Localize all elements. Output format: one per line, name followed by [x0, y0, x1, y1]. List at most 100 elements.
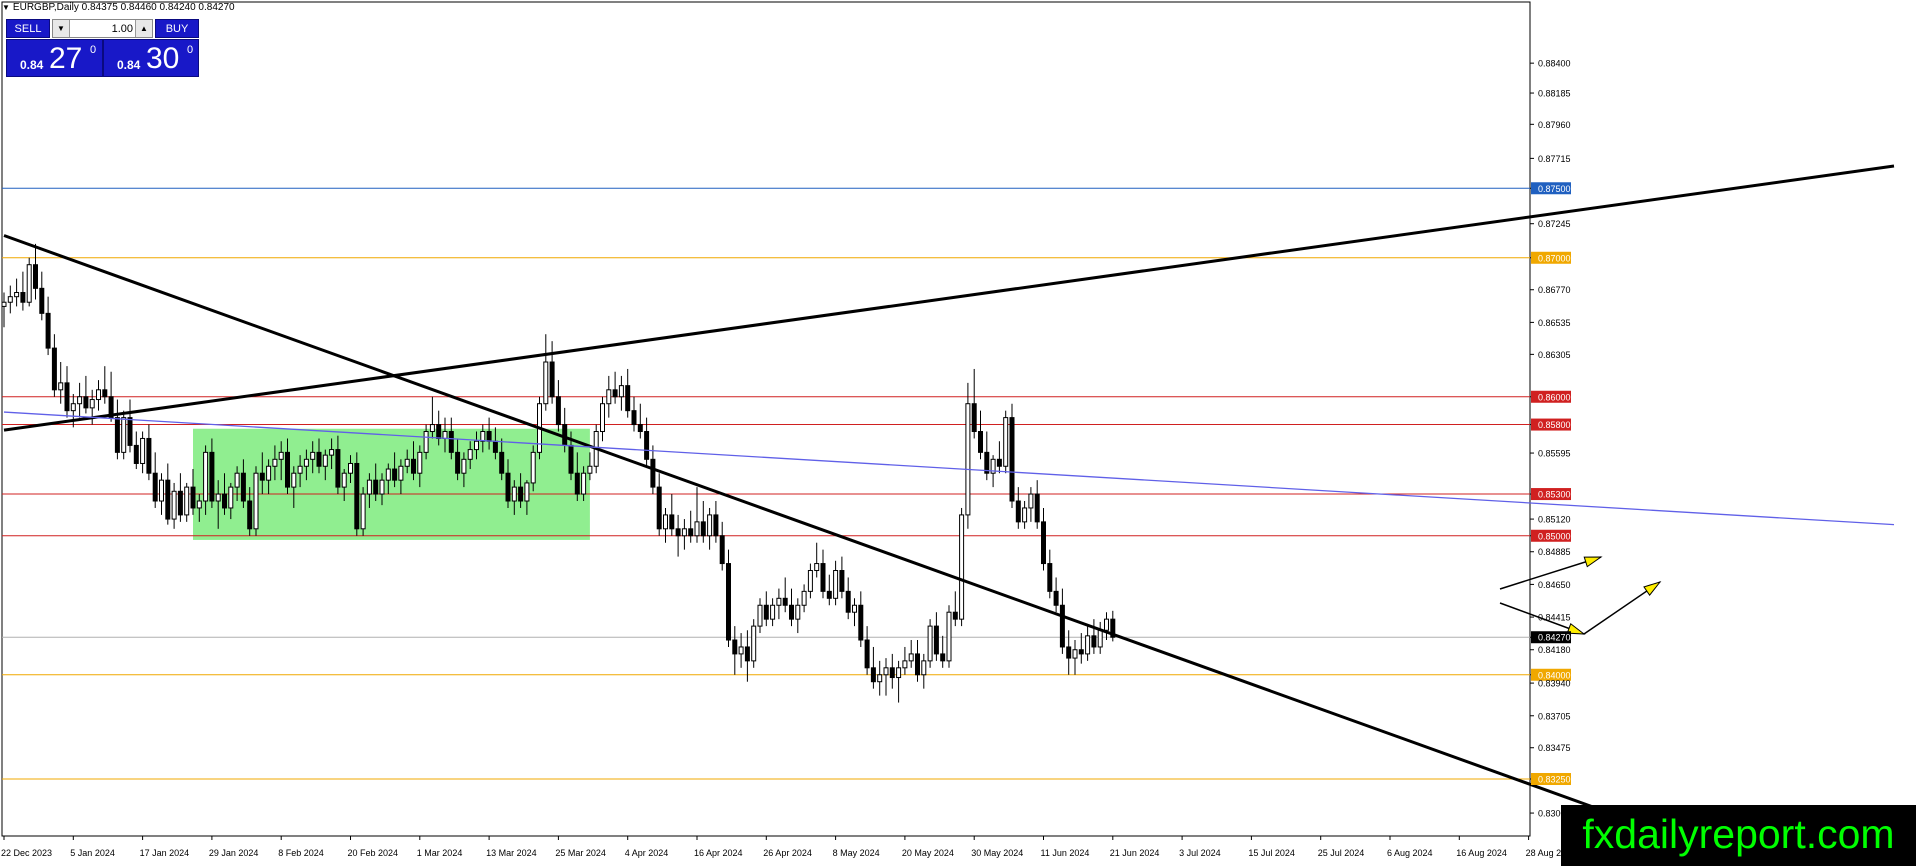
- chart-window[interactable]: 0.88400 0.88185 0.87960 0.87715 0.87500 0.872…: [0, 0, 1916, 866]
- bearish-candle-body: [455, 451, 461, 474]
- x-axis-label: 4 Apr 2024: [625, 848, 669, 858]
- bearish-candle-body: [392, 468, 398, 481]
- sell-button[interactable]: SELL: [6, 19, 50, 38]
- lot-decrease-icon[interactable]: ▼: [53, 20, 70, 37]
- candle: [864, 626, 870, 675]
- bearish-candle-body: [1066, 646, 1072, 659]
- x-axis-label: 5 Jan 2024: [70, 848, 115, 858]
- candle: [165, 463, 171, 525]
- bullish-candle-body: [461, 458, 467, 474]
- candle: [1009, 403, 1015, 508]
- candle: [795, 598, 801, 634]
- y-axis-label: 0.88400: [1538, 59, 1571, 69]
- y-axis-label: 0.85595: [1538, 449, 1571, 459]
- bullish-candle-body: [511, 486, 517, 502]
- bullish-candle-body: [770, 604, 776, 620]
- y-axis-label: 0.86000: [1538, 392, 1571, 402]
- candle: [51, 334, 57, 397]
- candle: [549, 341, 555, 404]
- candle: [354, 452, 360, 536]
- y-axis-label: 0.84180: [1538, 645, 1571, 655]
- buy-button[interactable]: BUY: [155, 19, 199, 38]
- candle: [114, 399, 120, 460]
- candle: [713, 501, 719, 543]
- bullish-candle-body: [618, 385, 624, 398]
- candle: [1059, 588, 1065, 654]
- bearish-candle-body: [688, 528, 694, 537]
- bearish-candle-body: [492, 440, 498, 453]
- candle: [606, 375, 612, 418]
- bullish-candle-body: [751, 625, 757, 662]
- bullish-candle-body: [587, 465, 593, 474]
- plot-frame: [1, 1, 1531, 837]
- lot-increase-icon[interactable]: ▲: [135, 20, 152, 37]
- candle: [940, 635, 946, 668]
- candle: [64, 366, 70, 418]
- bearish-candle-body: [114, 417, 120, 453]
- candle: [870, 646, 876, 689]
- bullish-candle-body: [203, 451, 209, 502]
- bearish-candle-body: [247, 500, 253, 530]
- bearish-candle-body: [650, 458, 656, 488]
- candle: [7, 285, 13, 314]
- bearish-candle-body: [285, 451, 290, 488]
- bearish-candle-body: [555, 396, 561, 426]
- bearish-candle-body: [631, 410, 637, 426]
- candle: [70, 393, 76, 428]
- candle: [688, 510, 694, 543]
- x-axis-label: 1 Mar 2024: [417, 848, 463, 858]
- candle: [631, 396, 637, 432]
- candle: [600, 396, 605, 442]
- candle: [1104, 612, 1109, 641]
- candle: [763, 591, 769, 627]
- candle: [1015, 487, 1021, 529]
- bearish-candle-body: [700, 521, 706, 537]
- triangle-down-icon: ▼: [2, 3, 10, 12]
- bearish-candle-body: [486, 431, 492, 442]
- bullish-candle-body: [322, 454, 328, 467]
- bearish-candle-body: [574, 472, 580, 495]
- buy-price-prefix: 0.84: [117, 58, 141, 72]
- candle: [996, 441, 1002, 474]
- bullish-candle-body: [581, 472, 587, 495]
- candle: [1072, 640, 1078, 675]
- candle: [1022, 501, 1028, 529]
- candle: [858, 591, 864, 647]
- bullish-candle-body: [303, 458, 309, 467]
- x-axis-label: 16 Aug 2024: [1456, 848, 1507, 858]
- candle: [902, 646, 908, 675]
- bearish-candle-body: [259, 472, 265, 481]
- candle: [965, 382, 971, 529]
- bullish-candle-body: [429, 424, 435, 433]
- candle: [58, 362, 64, 404]
- y-axis-label: 0.84415: [1538, 613, 1571, 623]
- bearish-candle-body: [222, 493, 227, 509]
- candle: [807, 563, 813, 599]
- bearish-candle-body: [637, 424, 643, 433]
- bearish-candle-body: [713, 514, 719, 537]
- x-axis-label: 30 May 2024: [971, 848, 1023, 858]
- x-axis-label: 15 Jul 2024: [1248, 848, 1295, 858]
- y-axis-label: 0.85300: [1538, 490, 1571, 500]
- candle: [732, 626, 738, 675]
- bullish-candle-body: [776, 597, 782, 606]
- bullish-candle-body: [833, 570, 839, 599]
- x-axis-label: 25 Mar 2024: [555, 848, 606, 858]
- bullish-candle-body: [959, 514, 965, 620]
- candle: [908, 640, 914, 668]
- candle: [952, 591, 958, 627]
- candle: [681, 519, 687, 550]
- price-chart[interactable]: 0.88400 0.88185 0.87960 0.87715 0.87500 0.872…: [0, 0, 1916, 866]
- candle: [984, 431, 990, 481]
- bullish-candle-body: [927, 625, 933, 662]
- candle: [1, 292, 7, 328]
- lot-size-input[interactable]: [70, 20, 135, 37]
- buy-quote[interactable]: 0.84 30 0: [103, 39, 199, 77]
- sell-quote[interactable]: 0.84 27 0: [6, 39, 103, 77]
- sell-price-sup: 0: [90, 44, 97, 56]
- candle: [789, 588, 794, 627]
- bearish-candle-body: [190, 486, 196, 509]
- bullish-candle-body: [253, 472, 259, 530]
- candle: [719, 521, 725, 571]
- candle: [751, 619, 757, 668]
